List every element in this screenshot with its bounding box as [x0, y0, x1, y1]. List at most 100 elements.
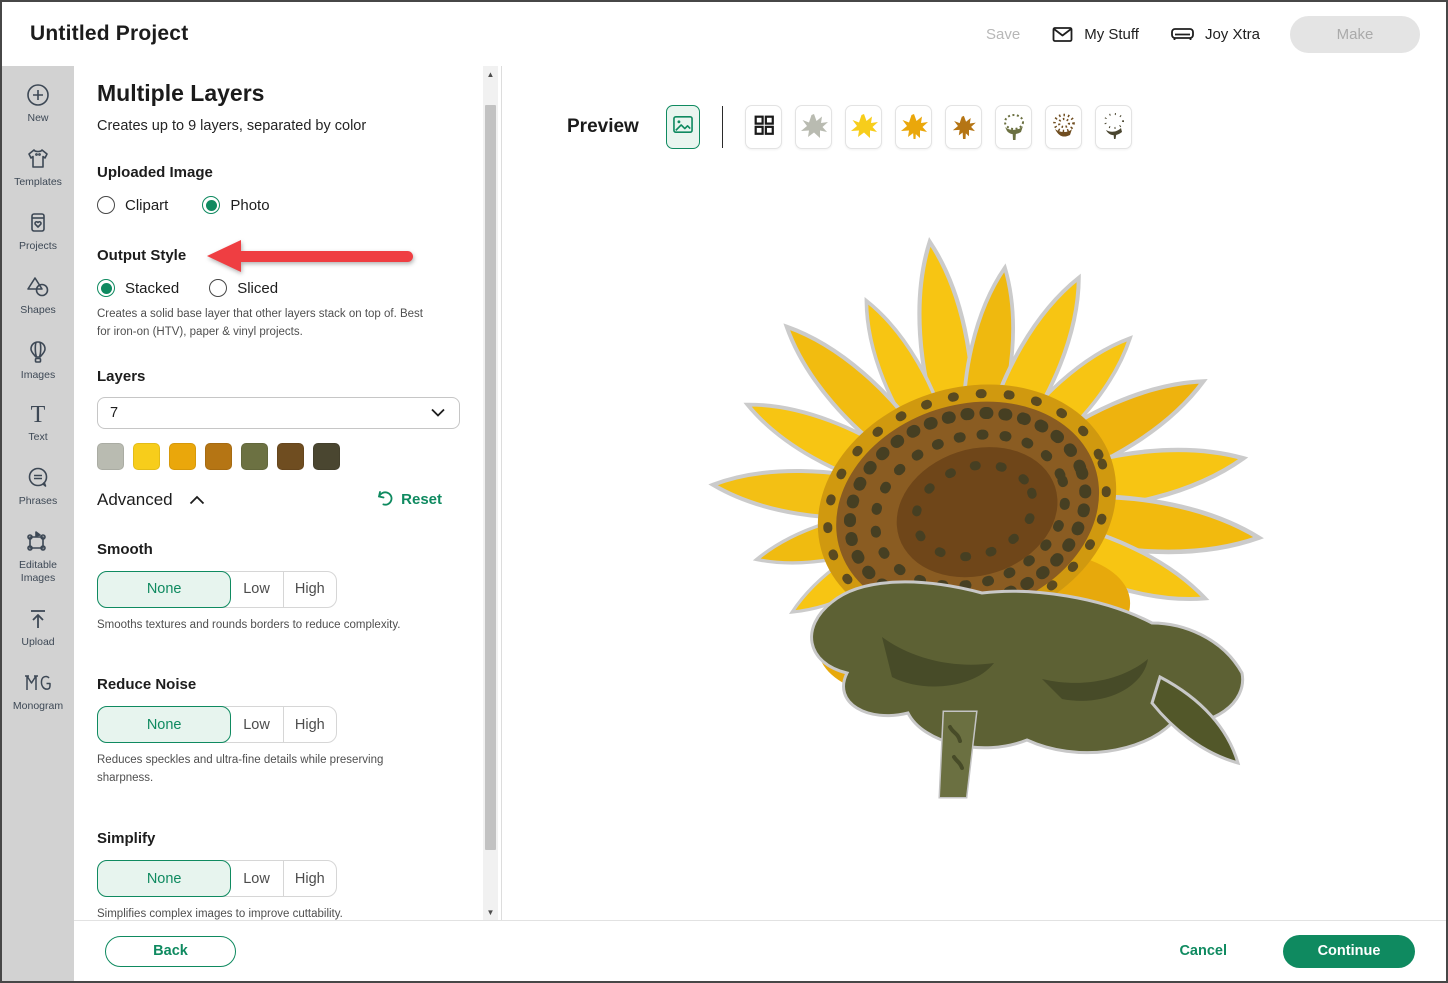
layer-thumbnail-1[interactable]	[795, 105, 832, 149]
reduce-noise-low-button[interactable]: Low	[230, 707, 283, 742]
panel-scrollbar[interactable]: ▲ ▼	[483, 66, 498, 920]
reduce-noise-label: Reduce Noise	[97, 676, 196, 693]
advanced-toggle[interactable]: Advanced	[97, 490, 205, 510]
sidebar-item-editable-images[interactable]: Editable Images	[3, 529, 73, 585]
make-button[interactable]: Make	[1290, 16, 1420, 53]
upload-icon	[25, 606, 51, 632]
scroll-up-arrow[interactable]: ▲	[483, 66, 498, 82]
layers-count-dropdown[interactable]: 7	[97, 397, 460, 429]
layer-swatch-2[interactable]	[133, 443, 160, 470]
reduce-noise-description: Reduces speckles and ultra-fine details …	[97, 752, 437, 788]
layer-thumbnail-2[interactable]	[845, 105, 882, 149]
my-stuff-label: My Stuff	[1084, 26, 1139, 43]
all-layers-button[interactable]	[745, 105, 782, 149]
layer-2-yellow-icon	[850, 113, 878, 141]
back-button[interactable]: Back	[105, 936, 236, 967]
layers-label: Layers	[97, 368, 461, 385]
sidebar: New Templates Projects Shapes Images T T…	[2, 66, 74, 981]
envelope-icon	[1050, 23, 1075, 45]
sidebar-item-text[interactable]: T Text	[3, 403, 73, 444]
monogram-icon	[22, 670, 54, 696]
machine-selector[interactable]: Joy Xtra	[1169, 23, 1260, 45]
save-button[interactable]: Save	[986, 26, 1020, 43]
sliced-radio[interactable]: Sliced	[209, 279, 278, 297]
reduce-noise-section: Reduce Noise None Low High Reduces speck…	[97, 676, 461, 788]
simplify-segmented-control: None Low High	[97, 860, 337, 897]
reduce-noise-none-button[interactable]: None	[97, 706, 231, 743]
stacked-radio[interactable]: Stacked	[97, 279, 179, 297]
output-style-section: Output Style Stacked Sliced	[97, 247, 461, 342]
clipart-radio[interactable]: Clipart	[97, 196, 168, 214]
settings-panel: Multiple Layers Creates up to 9 layers, …	[74, 66, 502, 920]
tshirt-icon	[25, 146, 51, 172]
sidebar-item-upload[interactable]: Upload	[3, 606, 73, 649]
layer-swatch-3[interactable]	[169, 443, 196, 470]
layer-thumbnail-3[interactable]	[895, 105, 932, 149]
preview-pane: Preview	[502, 66, 1446, 920]
preview-image-button[interactable]	[666, 105, 700, 149]
scroll-down-arrow[interactable]: ▼	[483, 904, 498, 920]
layer-swatch-6[interactable]	[277, 443, 304, 470]
machine-label: Joy Xtra	[1205, 26, 1260, 43]
design-space-window: Untitled Project Save My Stuff Joy Xtra	[0, 0, 1448, 983]
layer-thumbnail-7[interactable]	[1095, 105, 1132, 149]
layer-6-dark-brown-icon	[1050, 113, 1078, 141]
red-annotation-arrow	[207, 240, 413, 272]
output-style-label: Output Style	[97, 247, 186, 264]
uploaded-image-section: Uploaded Image Clipart Photo	[97, 164, 461, 214]
simplify-high-button[interactable]: High	[284, 861, 336, 896]
shapes-icon	[25, 274, 51, 300]
layer-swatch-7[interactable]	[313, 443, 340, 470]
simplify-low-button[interactable]: Low	[230, 861, 283, 896]
project-title[interactable]: Untitled Project	[30, 22, 188, 46]
plus-circle-icon	[25, 82, 51, 108]
smooth-segmented-control: None Low High	[97, 571, 337, 608]
preview-label: Preview	[567, 116, 639, 138]
undo-icon	[376, 489, 394, 511]
sidebar-item-monogram[interactable]: Monogram	[3, 670, 73, 713]
uploaded-image-label: Uploaded Image	[97, 164, 213, 181]
sidebar-item-new[interactable]: New	[3, 82, 73, 125]
simplify-section: Simplify None Low High Simplifies comple…	[97, 830, 461, 920]
reduce-noise-high-button[interactable]: High	[284, 707, 336, 742]
layer-3-gold-icon	[900, 113, 928, 141]
editable-image-icon	[24, 529, 52, 555]
layer-swatch-5[interactable]	[241, 443, 268, 470]
layer-swatch-4[interactable]	[205, 443, 232, 470]
sidebar-item-images[interactable]: Images	[3, 339, 73, 382]
scrollbar-thumb[interactable]	[485, 105, 496, 850]
sidebar-item-templates[interactable]: Templates	[3, 146, 73, 189]
layer-thumbnail-6[interactable]	[1045, 105, 1082, 149]
top-bar: Untitled Project Save My Stuff Joy Xtra	[2, 2, 1446, 66]
radio-circle-icon	[97, 279, 115, 297]
simplify-label: Simplify	[97, 830, 155, 847]
panel-subtitle: Creates up to 9 layers, separated by col…	[97, 118, 461, 134]
cancel-button[interactable]: Cancel	[1179, 943, 1227, 959]
layer-thumbnail-4[interactable]	[945, 105, 982, 149]
smooth-section: Smooth None Low High Smooths textures an…	[97, 541, 461, 635]
smooth-high-button[interactable]: High	[284, 572, 336, 607]
photo-radio[interactable]: Photo	[202, 196, 269, 214]
panel-title: Multiple Layers	[97, 80, 461, 107]
smooth-low-button[interactable]: Low	[230, 572, 283, 607]
layer-thumbnail-5[interactable]	[995, 105, 1032, 149]
layer-4-brown-icon	[950, 113, 978, 141]
text-icon: T	[31, 403, 46, 427]
layer-swatch-1[interactable]	[97, 443, 124, 470]
sidebar-item-phrases[interactable]: Phrases	[3, 465, 73, 508]
speech-bubble-icon	[25, 465, 51, 491]
image-icon	[672, 115, 694, 139]
reduce-noise-segmented-control: None Low High	[97, 706, 337, 743]
simplify-description: Simplifies complex images to improve cut…	[97, 906, 437, 920]
sidebar-item-shapes[interactable]: Shapes	[3, 274, 73, 317]
machine-icon	[1169, 23, 1196, 45]
smooth-none-button[interactable]: None	[97, 571, 231, 608]
smooth-label: Smooth	[97, 541, 153, 558]
reset-button[interactable]: Reset	[376, 489, 442, 511]
layer-7-speckle-icon	[1100, 113, 1128, 141]
sidebar-item-projects[interactable]: Projects	[3, 210, 73, 253]
preview-toolbar: Preview	[567, 105, 1446, 149]
continue-button[interactable]: Continue	[1283, 935, 1415, 968]
my-stuff-button[interactable]: My Stuff	[1050, 23, 1139, 45]
simplify-none-button[interactable]: None	[97, 860, 231, 897]
